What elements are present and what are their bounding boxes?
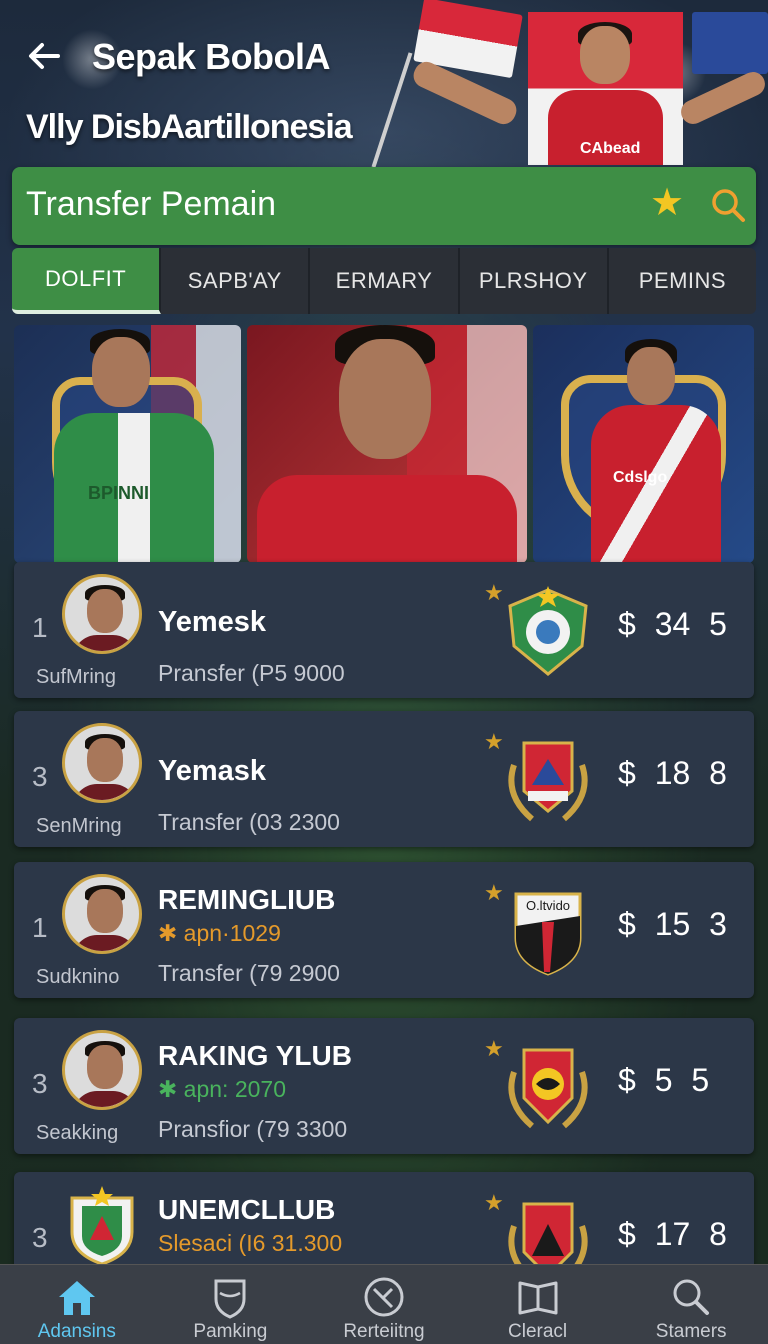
book-icon (518, 1281, 558, 1315)
club-flag-icon (692, 12, 768, 74)
nav-item-clerical[interactable]: Cleracl (461, 1265, 615, 1344)
transfer-fee: ✱ apn·1029 (158, 920, 281, 946)
flag-pole (371, 52, 413, 168)
header: CAbead Sepak BobolA Vlly DisbAartilIones… (0, 0, 768, 168)
nav-item-ranking[interactable]: Pamking (154, 1265, 308, 1344)
star-icon: ★ (484, 580, 504, 605)
club-crest-icon (508, 586, 588, 676)
crest-text: O.ltvido (526, 898, 570, 913)
player-avatar (62, 574, 142, 654)
rank-number: 3 (32, 1068, 48, 1099)
featured-player-card[interactable] (247, 325, 527, 563)
section-header-bar: Transfer Pemain ★ (12, 167, 756, 245)
player-role: Sudknino (36, 966, 120, 988)
tab-ermary[interactable]: ERMARY (310, 248, 460, 314)
club-badge-icon (70, 1186, 134, 1264)
player-name: REMINGLIUB (158, 884, 336, 915)
favorite-button[interactable]: ★ (650, 183, 684, 223)
transfer-row[interactable]: 1 Sudknino REMINGLIUB ✱ apn·1029 Transfe… (14, 862, 754, 998)
nav-label: Adansins (37, 1321, 116, 1342)
transfer-fee: Slesaci (I6 31.300 (158, 1230, 343, 1256)
nav-item-home[interactable]: Adansins (0, 1265, 154, 1344)
star-icon: ★ (484, 1036, 504, 1061)
club-name: UNEMCLLUB (158, 1194, 336, 1225)
tab-plrshoy[interactable]: PLRSHOY (459, 248, 609, 314)
player-role: SenMring (36, 815, 122, 837)
transfer-price: $ 34 5 (618, 606, 727, 642)
hero-player-photo: CAbead (528, 12, 683, 165)
nav-label: Pamking (193, 1321, 268, 1342)
club-crest-icon: O.ltvido (514, 892, 582, 976)
featured-players: BPINNI Cdslgo (14, 325, 754, 563)
transfer-fee: ✱ apn: 2070 (158, 1076, 286, 1102)
player-avatar (62, 1030, 142, 1110)
transfer-price: $ 17 8 (618, 1216, 727, 1252)
player-avatar (62, 874, 142, 954)
nav-label: Cleracl (508, 1321, 568, 1342)
player-avatar (62, 723, 142, 803)
nav-item-rating[interactable]: Rerteiitng (307, 1265, 461, 1344)
player-name: Yemesk (158, 606, 267, 638)
rank-number: 3 (32, 761, 48, 792)
app-title: Sepak BobolA (92, 36, 331, 77)
transfer-info: Transfer (03 2300 (158, 809, 340, 835)
club-crest-icon (508, 1048, 588, 1129)
tab-sapbay[interactable]: SAPB'AY (161, 248, 311, 314)
nav-item-search[interactable]: Stamers (614, 1265, 768, 1344)
rank-number: 3 (32, 1222, 48, 1253)
featured-player-card[interactable]: Cdslgo (533, 325, 754, 563)
transfer-price: $ 18 8 (618, 755, 727, 791)
home-icon (58, 1281, 95, 1315)
ball-icon (364, 1277, 404, 1317)
featured-player-card[interactable]: BPINNI (14, 325, 241, 563)
transfer-info: Pransfer (P5 9000 (158, 660, 345, 686)
nav-label: Rerteiitng (343, 1321, 425, 1342)
transfer-info: Transfer (79 2900 (158, 960, 340, 986)
rank-number: 1 (32, 912, 48, 943)
star-icon: ★ (484, 729, 504, 754)
search-button[interactable] (708, 185, 748, 225)
star-icon: ★ (484, 1190, 504, 1215)
transfer-price: $ 5 5 (618, 1062, 710, 1098)
app-subtitle: Vlly DisbAartilIonesia (26, 108, 353, 146)
category-tabs: DOLFIT SAPB'AY ERMARY PLRSHOY PEMINS (12, 248, 757, 314)
back-button[interactable] (22, 36, 66, 80)
back-arrow-icon (29, 43, 60, 69)
player-role: SufMring (36, 666, 117, 688)
search-icon (673, 1279, 710, 1315)
player-name: RAKING YLUB (158, 1040, 352, 1071)
transfer-row[interactable]: 3 Seakking RAKING YLUB ✱ apn: 2070 Prans… (14, 1018, 754, 1154)
tab-dolfit[interactable]: DOLFIT (12, 248, 162, 314)
club-crest-icon (508, 741, 588, 822)
nav-label: Stamers (655, 1321, 727, 1342)
featured-shirt-text: BPINNI (88, 483, 150, 503)
player-role: Seakking (36, 1122, 119, 1144)
section-title: Transfer Pemain (26, 185, 277, 223)
transfer-info: Pransfior (79 3300 (158, 1116, 348, 1142)
rank-number: 1 (32, 612, 48, 643)
star-icon: ★ (484, 880, 504, 905)
bottom-navigation: Adansins Pamking Rerteiitng Cleracl Stam… (0, 1264, 768, 1344)
star-icon: ★ (650, 182, 685, 224)
transfer-price: $ 15 3 (618, 906, 727, 942)
player-name: Yemask (158, 755, 267, 787)
hero-shirt-text: CAbead (580, 140, 641, 157)
transfer-row[interactable]: 1 SufMring Yemesk Pransfer (P5 9000 ★ $ … (14, 562, 754, 698)
search-icon (712, 189, 745, 222)
transfer-row[interactable]: 3 SenMring Yemask Transfer (03 2300 ★ $ … (14, 711, 754, 847)
tab-pemins[interactable]: PEMINS (608, 248, 757, 314)
featured-shirt-text: Cdslgo (613, 469, 668, 486)
shield-icon (214, 1279, 246, 1319)
